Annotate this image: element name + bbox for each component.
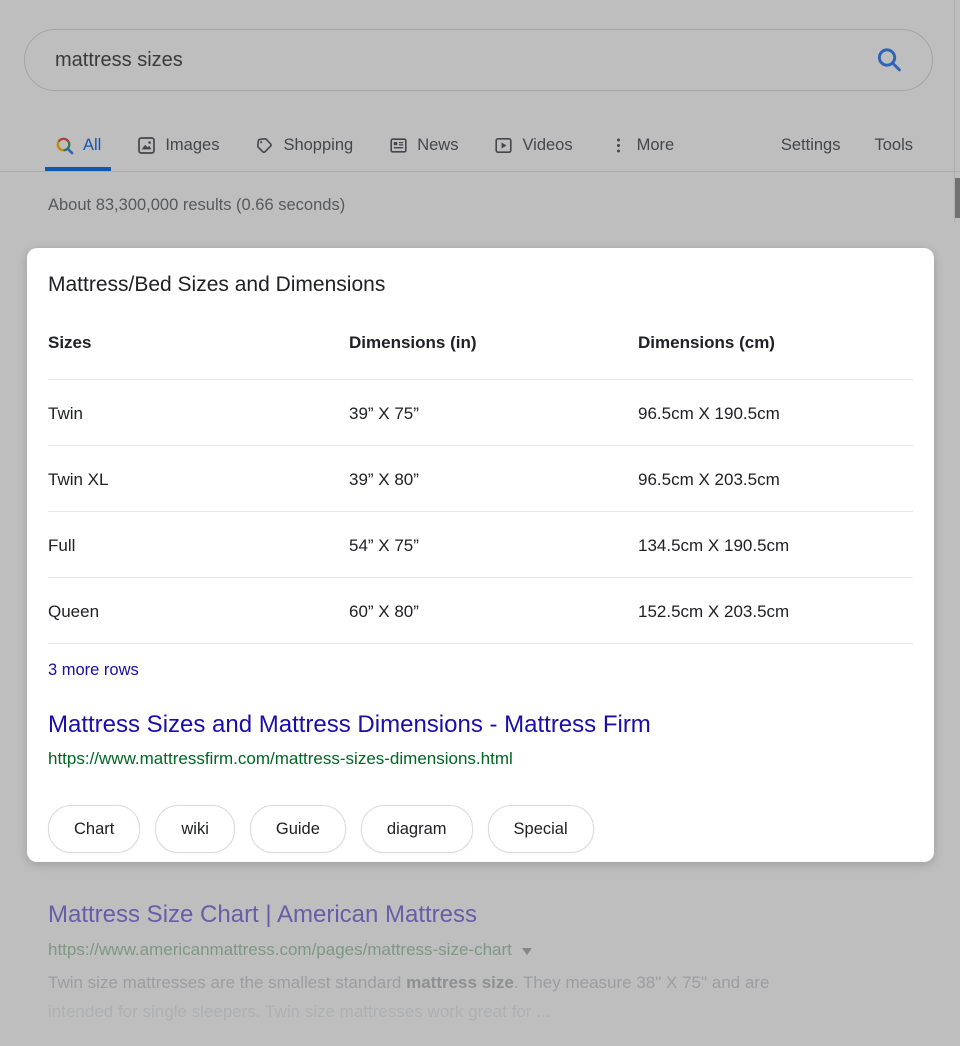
tab-bar-divider: [0, 171, 960, 172]
google-search-icon: [55, 136, 74, 155]
tab-label: Shopping: [283, 136, 353, 155]
dropdown-arrow-icon[interactable]: [522, 948, 532, 955]
image-icon: [137, 136, 156, 155]
table-header-cell: Dimensions (in): [349, 333, 638, 379]
search-icon[interactable]: [876, 47, 903, 74]
news-icon: [389, 136, 408, 155]
google-serp-page: mattress sizes All Images Shopping News …: [0, 0, 960, 1046]
tab-news[interactable]: News: [379, 120, 468, 171]
chip-diagram[interactable]: diagram: [361, 805, 473, 853]
table-body: Twin39” X 75”96.5cm X 190.5cmTwin XL39” …: [48, 380, 913, 644]
tab-shopping[interactable]: Shopping: [245, 120, 363, 171]
table-row: Twin XL39” X 80”96.5cm X 203.5cm: [48, 446, 913, 512]
table-cell-cm: 96.5cm X 203.5cm: [638, 446, 913, 511]
result-type-tabs: All Images Shopping News Videos More: [45, 120, 700, 171]
table-row: Queen60” X 80”152.5cm X 203.5cm: [48, 578, 913, 644]
table-cell-inches: 39” X 75”: [349, 380, 638, 445]
tab-label: Videos: [522, 136, 572, 155]
organic-result-snippet: Twin size mattresses are the smallest st…: [48, 968, 910, 1026]
table-cell-size: Full: [48, 512, 349, 577]
tab-label: News: [417, 136, 458, 155]
tag-icon: [255, 136, 274, 155]
table-header-cell: Dimensions (cm): [638, 333, 913, 379]
tab-label: Images: [165, 136, 219, 155]
mattress-sizes-table: SizesDimensions (in)Dimensions (cm) Twin…: [48, 333, 913, 644]
table-cell-cm: 152.5cm X 203.5cm: [638, 578, 913, 643]
snippet-line: Twin size mattresses are the smallest st…: [48, 968, 910, 997]
table-header-cell: Sizes: [48, 333, 349, 379]
organic-result-title-link[interactable]: Mattress Size Chart | American Mattress: [48, 901, 477, 929]
chip-wiki[interactable]: wiki: [155, 805, 235, 853]
related-chips: Chart wiki Guide diagram Special: [48, 805, 913, 853]
table-row: Full54” X 75”134.5cm X 190.5cm: [48, 512, 913, 578]
organic-result: Mattress Size Chart | American Mattress …: [48, 901, 910, 1026]
featured-snippet-card: Mattress/Bed Sizes and Dimensions SizesD…: [27, 248, 934, 862]
snippet-line: intended for single sleepers. Twin size …: [48, 997, 910, 1026]
results-stats: About 83,300,000 results (0.66 seconds): [48, 196, 345, 215]
table-cell-cm: 134.5cm X 190.5cm: [638, 512, 913, 577]
tab-label: All: [83, 136, 101, 155]
table-cell-inches: 54” X 75”: [349, 512, 638, 577]
tab-all[interactable]: All: [45, 120, 111, 171]
table-cell-size: Twin XL: [48, 446, 349, 511]
search-input[interactable]: mattress sizes: [55, 49, 183, 72]
chip-special[interactable]: Special: [488, 805, 594, 853]
table-cell-cm: 96.5cm X 190.5cm: [638, 380, 913, 445]
table-cell-size: Queen: [48, 578, 349, 643]
organic-result-url-line: https://www.americanmattress.com/pages/m…: [48, 940, 910, 960]
menu-settings[interactable]: Settings: [781, 136, 841, 155]
tab-label: More: [637, 136, 675, 155]
table-header-row: SizesDimensions (in)Dimensions (cm): [48, 333, 913, 380]
table-cell-inches: 60” X 80”: [349, 578, 638, 643]
chip-guide[interactable]: Guide: [250, 805, 346, 853]
more-rows-link[interactable]: 3 more rows: [48, 661, 139, 680]
organic-result-url: https://www.americanmattress.com/pages/m…: [48, 940, 512, 960]
table-row: Twin39” X 75”96.5cm X 190.5cm: [48, 380, 913, 446]
tab-bar: All Images Shopping News Videos More Set…: [0, 120, 960, 171]
chip-chart[interactable]: Chart: [48, 805, 140, 853]
menu-tools[interactable]: Tools: [874, 136, 913, 155]
tab-videos[interactable]: Videos: [484, 120, 582, 171]
more-dots-icon: [609, 136, 628, 155]
table-cell-size: Twin: [48, 380, 349, 445]
tab-bar-menu: Settings Tools: [781, 120, 913, 171]
table-cell-inches: 39” X 80”: [349, 446, 638, 511]
tab-more[interactable]: More: [599, 120, 685, 171]
tab-images[interactable]: Images: [127, 120, 229, 171]
video-icon: [494, 136, 513, 155]
scrollbar-thumb[interactable]: [955, 178, 960, 218]
snippet-card-title: Mattress/Bed Sizes and Dimensions: [48, 273, 913, 297]
snippet-result-title-link[interactable]: Mattress Sizes and Mattress Dimensions -…: [48, 711, 651, 739]
search-bar[interactable]: mattress sizes: [24, 29, 933, 91]
snippet-result-url: https://www.mattressfirm.com/mattress-si…: [48, 749, 913, 769]
